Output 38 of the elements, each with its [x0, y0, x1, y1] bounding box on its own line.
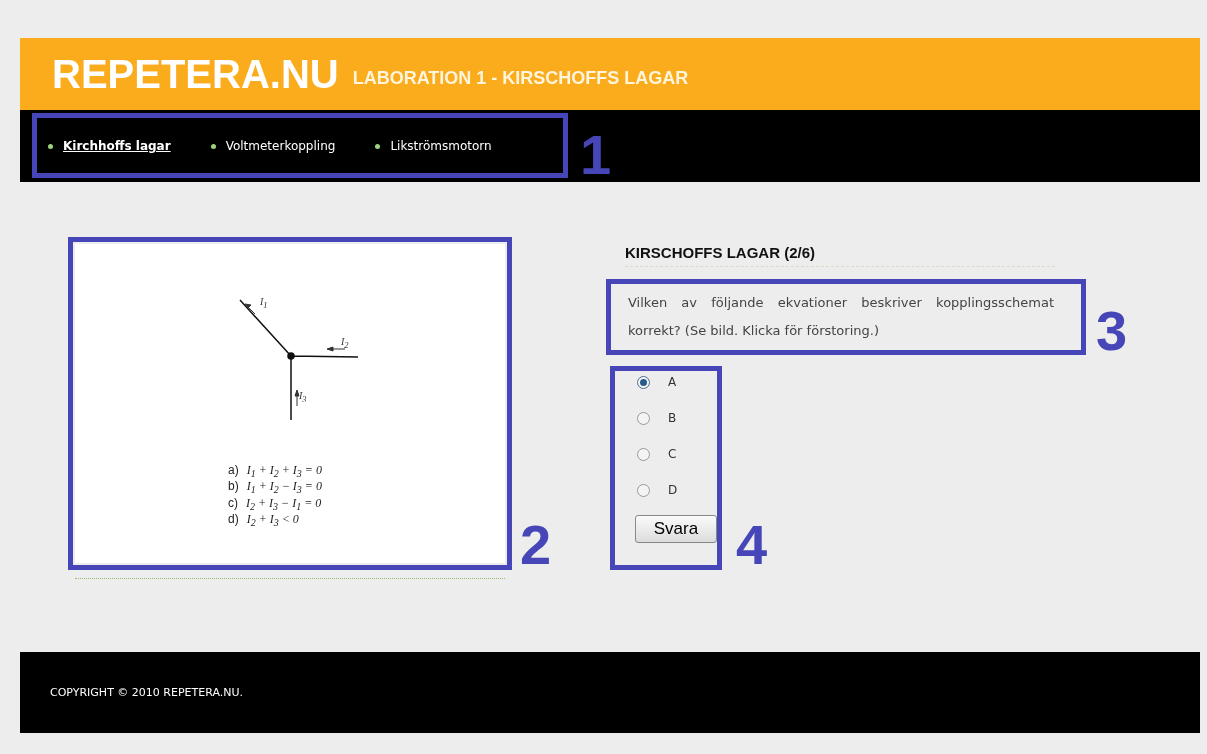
nav-link[interactable]: Kirchhoffs lagar — [48, 139, 171, 153]
arrow-icon — [244, 303, 256, 315]
equation-letter: b) — [228, 480, 239, 496]
copyright-text: COPYRIGHT © 2010 REPETERA.NU. — [50, 686, 243, 699]
equation: I$_{1}$ + I$_{2}$ + I$_{3}$ = 0 — [246, 464, 322, 481]
annotation-number: 3 — [1096, 306, 1128, 356]
bullet-icon — [375, 143, 381, 149]
equation: I$_{2}$ + I$_{3}$ < 0 — [246, 513, 299, 530]
radio-button[interactable] — [637, 447, 650, 461]
question-title: KIRSCHOFFS LAGAR (2/6) — [625, 244, 1055, 267]
annotation-number: 2 — [520, 520, 552, 570]
current-label: I$_{1}$ — [260, 296, 268, 310]
bullet-icon — [210, 143, 216, 149]
equation-letter: a) — [228, 464, 239, 479]
circuit-figure[interactable]: I$_{1}$ I$_{2}$ I$_{3}$ a) I$_{1}$ + I$_{2}$ + I$_{3}$ = 0 b) I$_{1}$ + I$_{2}$ − I$_{3}$ = 0 c) I$_{2}$ + I$_{3}$ − I$_{1}$ = 0 d) I$_{2}$ + I$_{3}$ < 0 — [75, 244, 505, 563]
arrow-icon — [326, 346, 346, 352]
submit-button[interactable]: Svara — [635, 515, 717, 543]
radio-button[interactable] — [637, 483, 650, 497]
nav-link[interactable]: Voltmeterkoppling — [210, 139, 336, 153]
nav-link[interactable]: Likströmsmotorn — [375, 139, 492, 153]
page-subtitle: LABORATION 1 - KIRSCHOFFS LAGAR — [352, 67, 689, 89]
annotation-number: 1 — [580, 130, 612, 180]
option-label: C — [668, 447, 677, 461]
arrow-icon — [294, 389, 300, 407]
current-label: I$_{3}$ — [299, 390, 307, 404]
equation: I$_{2}$ + I$_{3}$ − I$_{1}$ = 0 — [246, 496, 322, 514]
equation-letter: c) — [228, 496, 238, 512]
equation-letter: d) — [228, 513, 239, 529]
annotation-number: 4 — [736, 520, 768, 570]
radio-button[interactable] — [637, 375, 650, 389]
option-label: B — [668, 411, 677, 425]
current-label: I$_{2}$ — [341, 336, 349, 350]
question-text: Vilken av följande ekvationer beskriver kopplingsschemat korrekt? (Se bild. Klicka för förstoring.) — [628, 294, 1054, 340]
option-label: D — [668, 483, 678, 497]
option-label: A — [668, 375, 677, 389]
bullet-icon — [48, 143, 53, 149]
radio-button[interactable] — [637, 411, 650, 425]
equation: I$_{1}$ + I$_{2}$ − I$_{3}$ = 0 — [246, 480, 322, 497]
